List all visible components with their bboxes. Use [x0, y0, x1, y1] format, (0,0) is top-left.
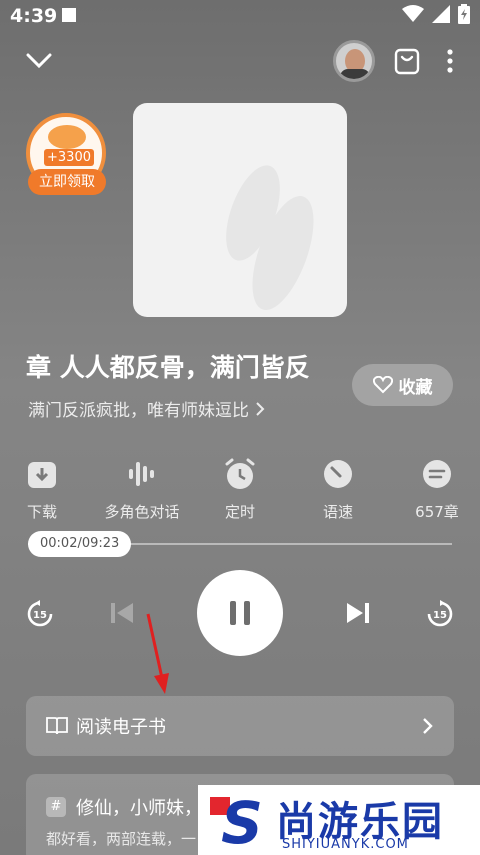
next-button[interactable] [342, 597, 374, 629]
hash-icon: # [46, 797, 66, 817]
forward-15-button[interactable]: 15 [424, 598, 456, 630]
watermark-url: SHIYIUANYK.COM [282, 837, 409, 852]
reward-badge[interactable]: +3300 立即领取 [26, 113, 108, 195]
voice-wave-icon [129, 462, 154, 486]
svg-text:15: 15 [33, 610, 47, 621]
collapse-button[interactable] [22, 46, 56, 76]
chapters-button[interactable]: 657章 [392, 455, 480, 522]
previous-button[interactable] [106, 597, 138, 629]
battery-icon [458, 4, 470, 24]
skip-next-icon [347, 603, 369, 623]
download-label: 下载 [26, 503, 57, 521]
more-button[interactable] [440, 46, 460, 76]
book-subtitle-link[interactable]: 满门反派疯批，唯有师妹逗比 [28, 396, 265, 421]
heart-icon [372, 376, 393, 394]
status-bar: 4:39 [0, 0, 480, 32]
read-ebook-button[interactable]: 阅读电子书 [26, 696, 454, 756]
status-icons [402, 4, 470, 24]
chevron-right-icon [423, 718, 433, 734]
cover-placeholder-icon [226, 165, 314, 310]
book-title: 章 人人都反骨，满门皆反 [26, 353, 310, 382]
favorite-label: 收藏 [398, 377, 433, 398]
chevron-right-icon [256, 401, 265, 416]
speed-button[interactable]: 语速 [293, 455, 383, 522]
book-open-icon [46, 717, 68, 735]
watermark: S 尚游乐园 SHIYIUANYK.COM [198, 785, 480, 855]
multi-role-label: 多角色对话 [104, 503, 180, 521]
bag-icon [394, 48, 420, 75]
avatar[interactable] [333, 40, 375, 82]
bag-button[interactable] [392, 46, 422, 76]
pause-button[interactable] [197, 570, 283, 656]
forward-15-icon: 15 [427, 600, 453, 627]
download-icon [28, 462, 56, 488]
progress-time[interactable]: 00:02/09:23 [28, 531, 132, 557]
chapters-label: 657章 [415, 503, 459, 521]
favorite-button[interactable]: 收藏 [352, 364, 453, 406]
status-time: 4:39 [10, 5, 58, 27]
chevron-down-icon [26, 53, 52, 69]
rewind-15-icon: 15 [27, 600, 53, 627]
multi-role-button[interactable]: 多角色对话 [97, 455, 187, 522]
annotation-arrow-icon [146, 613, 169, 694]
svg-text:S: S [221, 791, 263, 851]
speed-label: 语速 [322, 503, 353, 521]
signal-icon [432, 5, 450, 23]
skip-previous-icon [111, 603, 133, 623]
timer-button[interactable]: 定时 [195, 455, 285, 522]
reward-amount: +3300 [44, 149, 94, 166]
tags-text: 修仙，小师妹， [76, 798, 202, 819]
chapters-icon [423, 460, 451, 488]
notification-icon [62, 8, 76, 22]
claim-reward-button[interactable]: 立即领取 [28, 169, 106, 195]
timer-icon [225, 458, 255, 489]
download-button[interactable]: 下载 [0, 455, 87, 522]
more-vertical-icon [447, 49, 453, 73]
svg-text:15: 15 [433, 610, 447, 621]
pause-icon [230, 601, 250, 625]
wifi-icon [402, 5, 424, 22]
watermark-logo-icon: S [210, 791, 263, 851]
book-cover [133, 103, 347, 317]
speed-icon [324, 460, 352, 488]
timer-label: 定时 [224, 503, 255, 521]
book-subtitle: 满门反派疯批，唯有师妹逗比 [28, 401, 249, 421]
rewind-15-button[interactable]: 15 [24, 598, 56, 630]
read-ebook-label: 阅读电子书 [76, 717, 166, 738]
